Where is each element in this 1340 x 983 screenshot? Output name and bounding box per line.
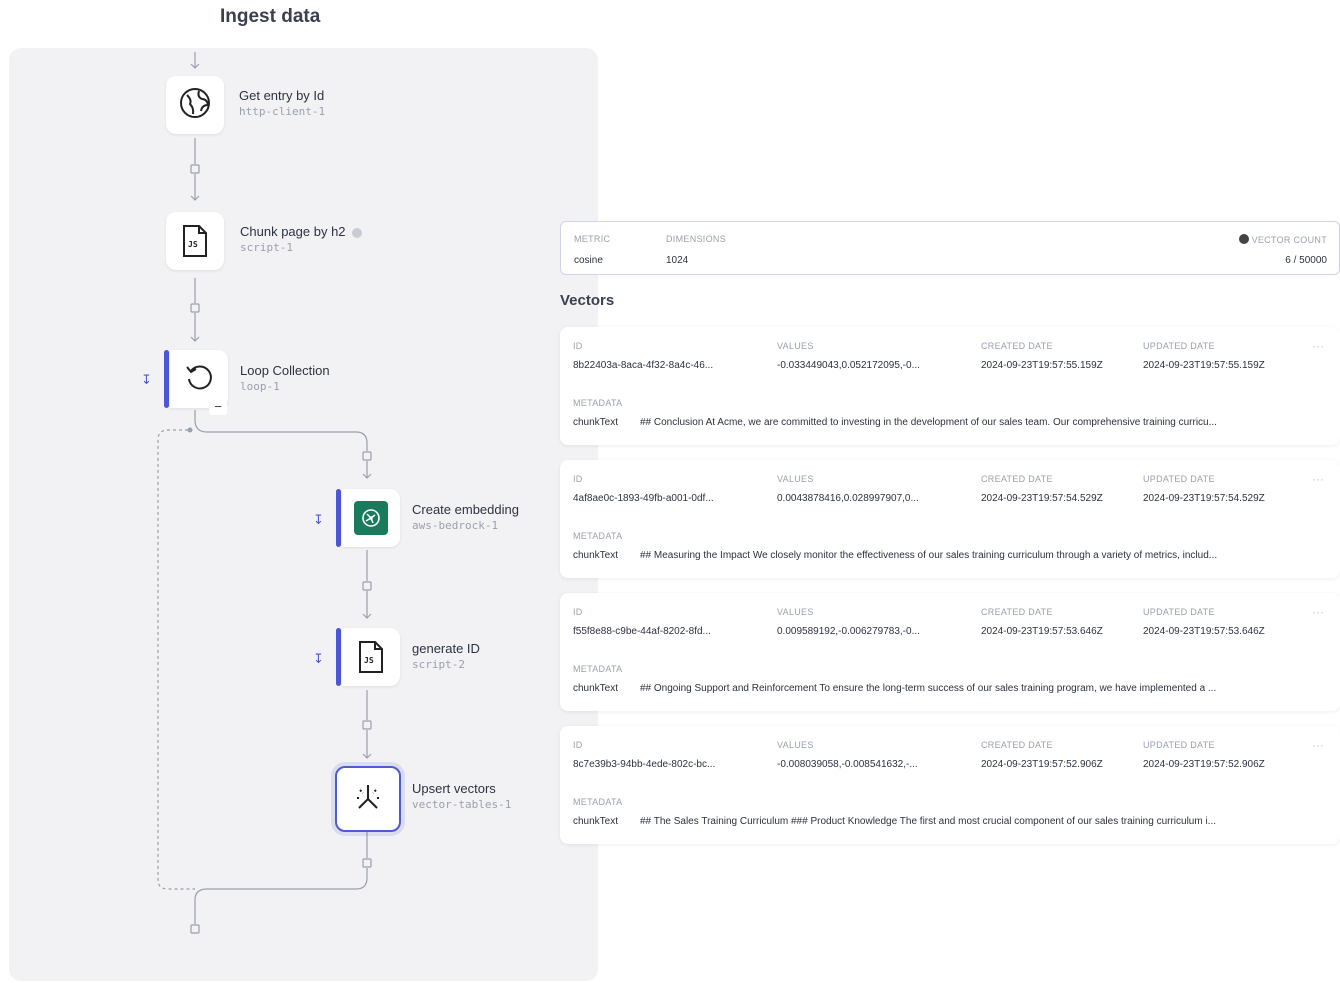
vector-values-label: VALUES [777, 607, 814, 617]
node-create-embedding[interactable] [342, 489, 400, 547]
vector-created-value: 2024-09-23T19:57:55.159Z [981, 360, 1103, 371]
metadata-label: METADATA [573, 664, 623, 674]
vector-icon [352, 781, 384, 818]
vector-created-label: CREATED DATE [981, 474, 1053, 484]
metadata-chunk-text: ## Measuring the Impact We closely monit… [640, 550, 1218, 561]
dimensions-value: 1024 [666, 255, 689, 266]
vector-id-value: 4af8ae0c-1893-49fb-a001-0df... [573, 493, 714, 504]
js-badge: JS [364, 656, 374, 665]
metadata-chunk-text: ## Conclusion At Acme, we are committed … [640, 417, 1217, 428]
vector-card[interactable]: ID 8b22403a-8aca-4f32-8a4c-46... VALUES -0.… [560, 327, 1340, 445]
vector-id-label: ID [573, 740, 583, 750]
expand-handle-icon[interactable]: ↧ [141, 372, 152, 388]
vector-id-value: f55f8e88-c9be-44af-8202-8fd... [573, 626, 711, 637]
metadata-label: METADATA [573, 398, 623, 408]
vector-updated-label: UPDATED DATE [1143, 341, 1215, 351]
more-options-icon[interactable]: ··· [1312, 339, 1324, 353]
metadata-chunk-text: ## The Sales Training Curriculum ### Pro… [640, 816, 1217, 827]
node-chunk-page[interactable]: JS [166, 212, 224, 270]
node-title: Loop Collection [240, 363, 330, 378]
vector-id-label: ID [573, 474, 583, 484]
vector-updated-label: UPDATED DATE [1143, 740, 1215, 750]
more-options-icon[interactable]: ··· [1312, 472, 1324, 486]
loop-icon [183, 361, 215, 398]
vector-values-value: -0.033449043,0.052172095,-0... [777, 360, 920, 371]
expand-handle-icon[interactable]: ↧ [313, 651, 324, 667]
js-file-icon: JS [181, 224, 209, 258]
globe-icon [178, 86, 212, 125]
vector-values-label: VALUES [777, 341, 814, 351]
vector-updated-value: 2024-09-23T19:57:55.159Z [1143, 360, 1265, 371]
node-generate-id[interactable]: JS [342, 628, 400, 686]
vector-card[interactable]: ID f55f8e88-c9be-44af-8202-8fd... VALUES 0.… [560, 593, 1340, 711]
vector-values-value: -0.008039058,-0.008541632,-... [777, 759, 918, 770]
metadata-label: METADATA [573, 531, 623, 541]
vector-created-label: CREATED DATE [981, 607, 1053, 617]
node-id: script-1 [240, 241, 293, 254]
vector-created-value: 2024-09-23T19:57:52.906Z [981, 759, 1103, 770]
metadata-chunk-text: ## Ongoing Support and Reinforcement To … [640, 683, 1217, 694]
vector-count-value: 6 / 50000 [1285, 255, 1327, 266]
metric-label: METRIC [574, 234, 611, 244]
vector-updated-label: UPDATED DATE [1143, 474, 1215, 484]
dimensions-label: DIMENSIONS [666, 234, 727, 244]
metric-value: cosine [574, 255, 603, 266]
vectors-heading: Vectors [560, 292, 615, 309]
node-id: loop-1 [240, 380, 280, 393]
node-get-entry[interactable] [166, 76, 224, 134]
info-icon[interactable] [351, 227, 362, 238]
collapse-loop-button[interactable]: − [209, 400, 227, 415]
aws-bedrock-icon [354, 501, 388, 535]
vector-id-value: 8c7e39b3-94bb-4ede-802c-bc... [573, 759, 716, 770]
metadata-label: METADATA [573, 797, 623, 807]
node-id: script-2 [412, 658, 465, 671]
vector-id-label: ID [573, 341, 583, 351]
node-accent-bar [336, 489, 341, 547]
vector-card[interactable]: ID 4af8ae0c-1893-49fb-a001-0df... VALUES 0.… [560, 460, 1340, 578]
vector-values-value: 0.009589192,-0.006279783,-0... [777, 626, 920, 637]
node-title: Get entry by Id [239, 88, 325, 103]
vector-updated-value: 2024-09-23T19:57:52.906Z [1143, 759, 1265, 770]
node-title: generate ID [412, 641, 480, 656]
node-accent-bar [336, 628, 341, 686]
vector-values-label: VALUES [777, 740, 814, 750]
metadata-key: chunkText [573, 417, 619, 428]
js-badge: JS [188, 240, 198, 249]
vector-id-label: ID [573, 607, 583, 617]
more-options-icon[interactable]: ··· [1312, 605, 1324, 619]
node-id: http-client-1 [239, 105, 326, 118]
js-file-icon: JS [357, 640, 385, 674]
vector-values-label: VALUES [777, 474, 814, 484]
node-upsert-vectors[interactable] [335, 766, 401, 832]
vector-created-value: 2024-09-23T19:57:54.529Z [981, 493, 1103, 504]
vector-card[interactable]: ID 8c7e39b3-94bb-4ede-802c-bc... VALUES -0.… [560, 726, 1340, 844]
vector-updated-label: UPDATED DATE [1143, 607, 1215, 617]
node-title: Create embedding [412, 502, 519, 517]
vector-created-label: CREATED DATE [981, 740, 1053, 750]
vector-created-label: CREATED DATE [981, 341, 1053, 351]
loop-accent-bar [164, 350, 169, 408]
metadata-key: chunkText [573, 550, 619, 561]
vector-count-label: VECTOR COUNT [1238, 234, 1327, 245]
expand-handle-icon[interactable]: ↧ [313, 512, 324, 528]
flow-connectors [157, 52, 372, 934]
vector-updated-value: 2024-09-23T19:57:53.646Z [1143, 626, 1265, 637]
node-title: Upsert vectors [412, 781, 496, 796]
metadata-key: chunkText [573, 816, 619, 827]
info-icon[interactable] [1238, 234, 1249, 244]
index-summary-card: METRIC cosine DIMENSIONS 1024 VECTOR COU… [560, 221, 1340, 275]
vector-values-value: 0.0043878416,0.028997907,0... [777, 493, 919, 504]
vector-id-value: 8b22403a-8aca-4f32-8a4c-46... [573, 360, 714, 371]
metadata-key: chunkText [573, 683, 619, 694]
node-id: aws-bedrock-1 [412, 519, 499, 532]
vector-updated-value: 2024-09-23T19:57:54.529Z [1143, 493, 1265, 504]
vector-created-value: 2024-09-23T19:57:53.646Z [981, 626, 1103, 637]
node-id: vector-tables-1 [412, 798, 512, 811]
node-title: Chunk page by h2 [240, 224, 362, 239]
more-options-icon[interactable]: ··· [1312, 738, 1324, 752]
